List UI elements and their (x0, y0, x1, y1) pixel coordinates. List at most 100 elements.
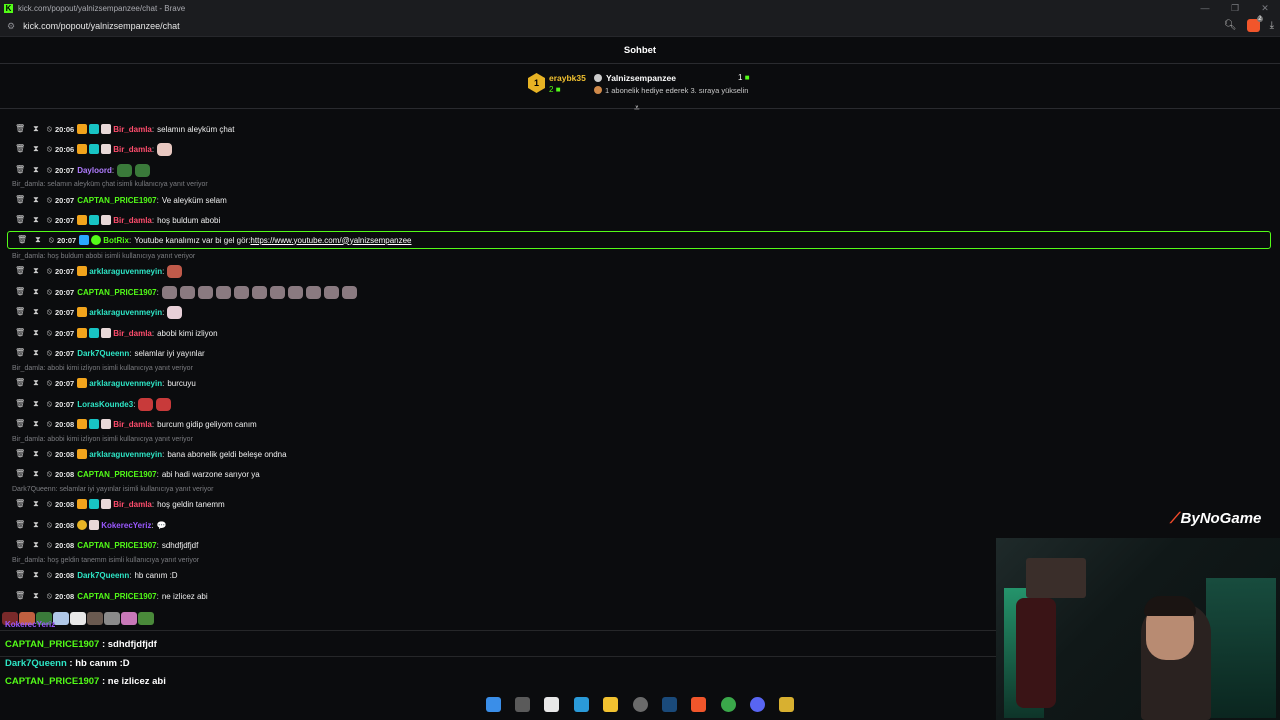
message-username[interactable]: Bir_damla (113, 329, 152, 338)
timeout-icon[interactable]: ⧗ (33, 449, 39, 459)
message-username[interactable]: arklaraguvenmeyin (89, 450, 162, 459)
ban-icon[interactable]: ⦸ (49, 235, 54, 245)
ban-icon[interactable]: ⦸ (47, 399, 52, 409)
timeout-icon[interactable]: ⧗ (33, 469, 39, 479)
delete-icon[interactable]: 🗑 (15, 144, 25, 154)
message-username[interactable]: BotRix (103, 236, 129, 245)
ban-icon[interactable]: ⦸ (47, 348, 52, 358)
delete-icon[interactable]: 🗑 (17, 235, 27, 245)
ban-icon[interactable]: ⦸ (47, 540, 52, 550)
timeout-icon[interactable]: ⧗ (33, 195, 39, 205)
task-view-icon[interactable] (515, 697, 530, 712)
message-username[interactable]: LorasKounde3 (77, 400, 133, 409)
ban-icon[interactable]: ⦸ (47, 591, 52, 601)
timeout-icon[interactable]: ⧗ (33, 215, 39, 225)
delete-icon[interactable]: 🗑 (15, 520, 25, 530)
message-username[interactable]: arklaraguvenmeyin (89, 308, 162, 317)
delete-icon[interactable]: 🗑 (15, 307, 25, 317)
message-username[interactable]: Bir_damla (113, 420, 152, 429)
timeout-icon[interactable]: ⧗ (33, 348, 39, 358)
delete-icon[interactable]: 🗑 (15, 328, 25, 338)
timeout-icon[interactable]: ⧗ (33, 287, 39, 297)
timeout-icon[interactable]: ⧗ (33, 520, 39, 530)
timeout-icon[interactable]: ⧗ (33, 540, 39, 550)
ban-icon[interactable]: ⦸ (47, 144, 52, 154)
delete-icon[interactable]: 🗑 (15, 449, 25, 459)
message-username[interactable]: Bir_damla (113, 216, 152, 225)
ban-icon[interactable]: ⦸ (47, 307, 52, 317)
ban-icon[interactable]: ⦸ (47, 378, 52, 388)
brave-icon[interactable] (691, 697, 706, 712)
delete-icon[interactable]: 🗑 (15, 591, 25, 601)
ban-icon[interactable]: ⦸ (47, 124, 52, 134)
ban-icon[interactable]: ⦸ (47, 215, 52, 225)
timeout-icon[interactable]: ⧗ (33, 307, 39, 317)
timeout-icon[interactable]: ⧗ (33, 399, 39, 409)
zoom-icon[interactable]: 🔍︎ (1224, 20, 1237, 31)
scroll-to-bottom-icon[interactable]: ⩡ (634, 103, 640, 114)
timeout-icon[interactable]: ⧗ (33, 499, 39, 509)
chrome-icon[interactable] (721, 697, 736, 712)
app-icon[interactable] (574, 697, 589, 712)
ban-icon[interactable]: ⦸ (47, 287, 52, 297)
youtube-link[interactable]: https://www.youtube.com/@yalnizsempanzee (250, 236, 411, 245)
timeout-icon[interactable]: ⧗ (35, 235, 41, 245)
message-username[interactable]: KokerecYeriz (101, 521, 151, 530)
download-icon[interactable]: ⤓ (1270, 20, 1274, 31)
ban-icon[interactable]: ⦸ (47, 499, 52, 509)
message-username[interactable]: Bir_damla (113, 125, 152, 134)
ban-icon[interactable]: ⦸ (47, 570, 52, 580)
delete-icon[interactable]: 🗑 (15, 540, 25, 550)
timeout-icon[interactable]: ⧗ (33, 124, 39, 134)
timeout-icon[interactable]: ⧗ (33, 419, 39, 429)
ban-icon[interactable]: ⦸ (47, 419, 52, 429)
delete-icon[interactable]: 🗑 (15, 570, 25, 580)
message-username[interactable]: arklaraguvenmeyin (89, 267, 162, 276)
ban-icon[interactable]: ⦸ (47, 520, 52, 530)
windows-start-icon[interactable] (486, 697, 501, 712)
message-username[interactable]: CAPTAN_PRICE1907 (77, 592, 156, 601)
delete-icon[interactable]: 🗑 (15, 378, 25, 388)
ban-icon[interactable]: ⦸ (47, 449, 52, 459)
timeout-icon[interactable]: ⧗ (33, 378, 39, 388)
leaderboard-second[interactable]: Yalnizsempanzee 1 abonelik hediye ederek… (594, 73, 748, 95)
message-username[interactable]: Bir_damla (113, 500, 152, 509)
delete-icon[interactable]: 🗑 (15, 215, 25, 225)
ban-icon[interactable]: ⦸ (47, 328, 52, 338)
app-icon[interactable] (633, 697, 648, 712)
message-username[interactable]: Dayloord (77, 166, 112, 175)
file-explorer-icon[interactable] (603, 697, 618, 712)
site-settings-icon[interactable]: ⚙ (7, 21, 15, 32)
timeout-icon[interactable]: ⧗ (33, 328, 39, 338)
timeout-icon[interactable]: ⧗ (33, 570, 39, 580)
ban-icon[interactable]: ⦸ (47, 266, 52, 276)
message-username[interactable]: Dark7Queenn (77, 349, 129, 358)
leaderboard-first[interactable]: 1 eraybk35 2 ■ (528, 73, 586, 94)
message-username[interactable]: CAPTAN_PRICE1907 (77, 196, 156, 205)
steam-icon[interactable] (662, 697, 677, 712)
app-icon[interactable] (544, 697, 559, 712)
discord-icon[interactable] (750, 697, 765, 712)
delete-icon[interactable]: 🗑 (15, 266, 25, 276)
timeout-icon[interactable]: ⧗ (33, 165, 39, 175)
delete-icon[interactable]: 🗑 (15, 287, 25, 297)
delete-icon[interactable]: 🗑 (15, 419, 25, 429)
delete-icon[interactable]: 🗑 (15, 469, 25, 479)
brave-shields-icon[interactable]: 2 (1246, 16, 1263, 32)
message-username[interactable]: CAPTAN_PRICE1907 (77, 288, 156, 297)
maximize-icon[interactable]: ❐ (1220, 0, 1250, 16)
delete-icon[interactable]: 🗑 (15, 499, 25, 509)
delete-icon[interactable]: 🗑 (15, 348, 25, 358)
ban-icon[interactable]: ⦸ (47, 195, 52, 205)
message-username[interactable]: Dark7Queenn (77, 571, 129, 580)
minimize-icon[interactable]: — (1190, 0, 1220, 16)
message-username[interactable]: CAPTAN_PRICE1907 (77, 470, 156, 479)
timeout-icon[interactable]: ⧗ (33, 591, 39, 601)
delete-icon[interactable]: 🗑 (15, 399, 25, 409)
ban-icon[interactable]: ⦸ (47, 469, 52, 479)
timeout-icon[interactable]: ⧗ (33, 266, 39, 276)
message-username[interactable]: Bir_damla (113, 145, 152, 154)
ban-icon[interactable]: ⦸ (47, 165, 52, 175)
message-username[interactable]: arklaraguvenmeyin (89, 379, 162, 388)
delete-icon[interactable]: 🗑 (15, 124, 25, 134)
